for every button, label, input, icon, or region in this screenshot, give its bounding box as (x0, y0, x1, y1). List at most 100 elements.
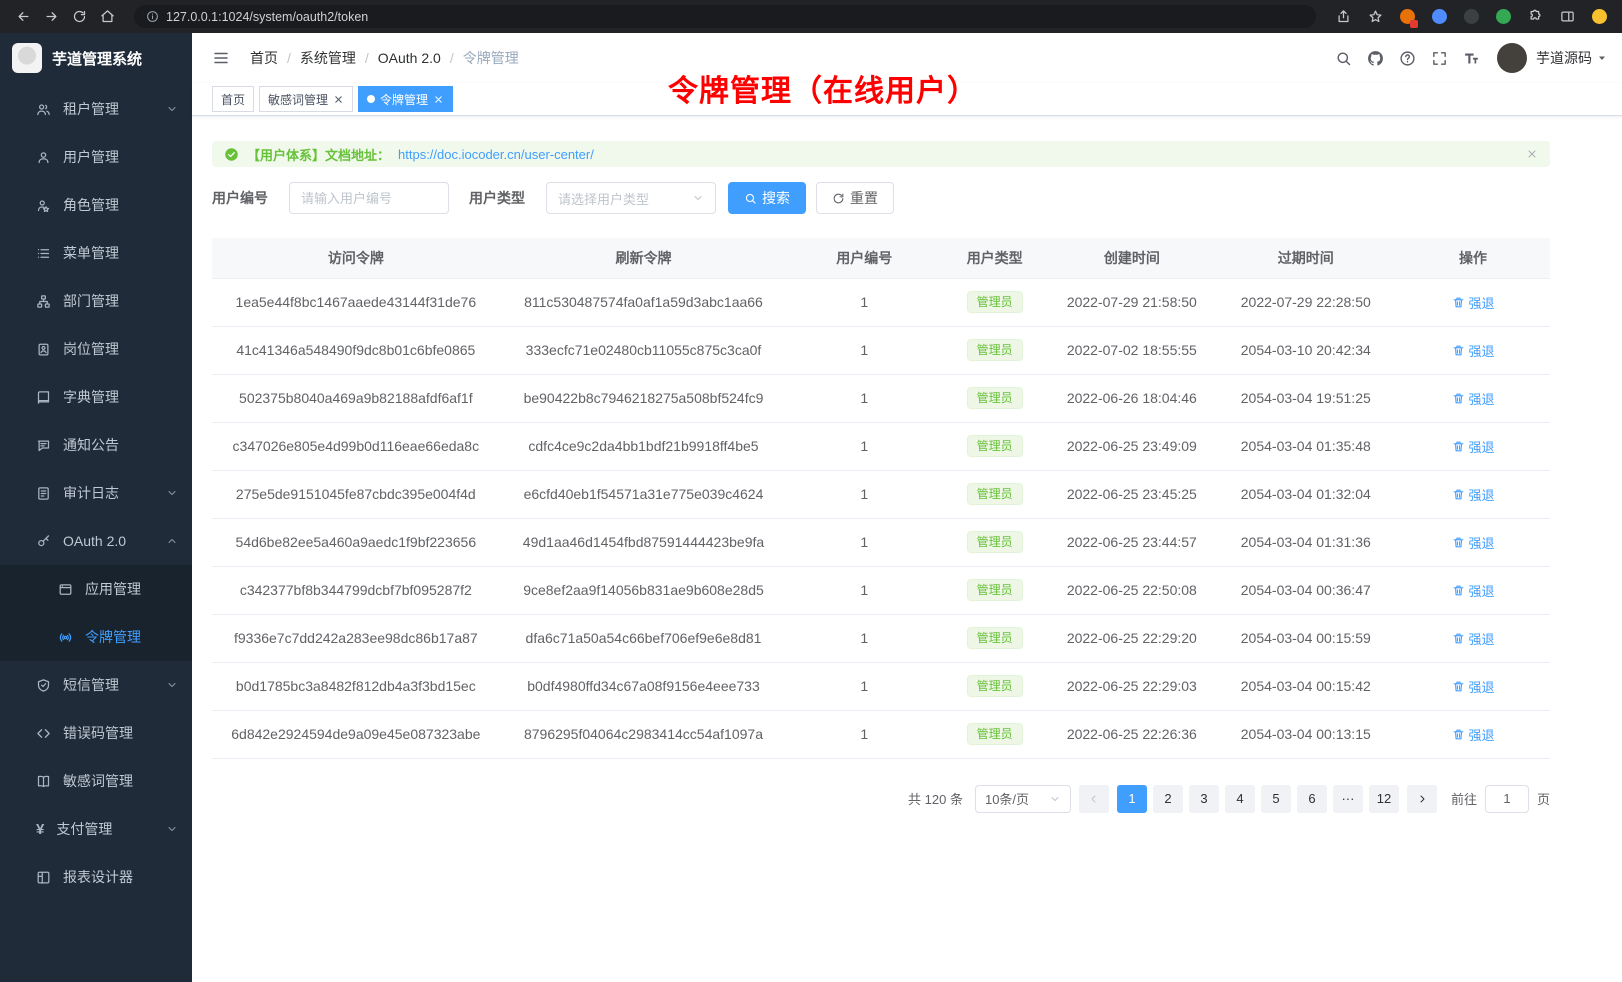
search-icon[interactable] (1329, 44, 1357, 72)
sidebar-item-role[interactable]: 角色管理 (0, 181, 192, 229)
force-logout-button[interactable]: 强退 (1452, 725, 1495, 744)
profile-avatar-icon[interactable] (1586, 5, 1612, 29)
split-view-icon[interactable] (1554, 5, 1580, 29)
user-avatar[interactable] (1497, 43, 1527, 73)
user-id-input[interactable] (289, 182, 449, 214)
github-icon[interactable] (1361, 44, 1389, 72)
force-logout-button[interactable]: 强退 (1452, 533, 1495, 552)
refresh-icon (832, 192, 845, 205)
tab-close-icon[interactable] (433, 94, 444, 105)
prev-page-button[interactable] (1079, 785, 1109, 813)
user-menu-caret-icon[interactable] (1596, 52, 1608, 64)
more-pages-button[interactable]: ··· (1333, 785, 1363, 813)
sidebar-item-tenant[interactable]: 租户管理 (0, 85, 192, 133)
breadcrumb-item[interactable]: 首页 (250, 48, 278, 68)
refresh-token-cell: 8796295f04064c2983414cc54af1097a (500, 710, 788, 758)
share-icon[interactable] (1330, 5, 1356, 29)
page-button-6[interactable]: 6 (1297, 785, 1327, 813)
home-icon[interactable] (94, 5, 120, 29)
force-logout-button[interactable]: 强退 (1452, 629, 1495, 648)
next-page-button[interactable] (1407, 785, 1437, 813)
force-logout-button[interactable]: 强退 (1452, 437, 1495, 456)
page-size-select[interactable]: 10条/页 (975, 785, 1071, 813)
delete-icon (1452, 440, 1465, 453)
page-button-12[interactable]: 12 (1369, 785, 1399, 813)
sidebar-item-notice[interactable]: 通知公告 (0, 421, 192, 469)
access-token-cell: 41c41346a548490f9dc8b01c6bfe0865 (212, 326, 500, 374)
sidebar-item-dept[interactable]: 部门管理 (0, 277, 192, 325)
expires-at-cell: 2054-03-04 01:31:36 (1215, 518, 1396, 566)
page-button-1[interactable]: 1 (1117, 785, 1147, 813)
chevron-down-icon (166, 823, 178, 835)
sidebar-item-dict[interactable]: 字典管理 (0, 373, 192, 421)
reset-button[interactable]: 重置 (816, 182, 894, 214)
force-logout-button[interactable]: 强退 (1452, 485, 1495, 504)
table-row: 275e5de9151045fe87cbdc395e004f4de6cfd40e… (212, 470, 1550, 518)
doc-alert-link[interactable]: https://doc.iocoder.cn/user-center/ (398, 147, 594, 162)
refresh-icon[interactable] (66, 5, 92, 29)
search-button[interactable]: 搜索 (728, 182, 806, 214)
page-button-5[interactable]: 5 (1261, 785, 1291, 813)
alert-close-icon[interactable] (1526, 148, 1538, 160)
user-type-cell: 管理员 (941, 614, 1048, 662)
notice-icon (36, 438, 51, 453)
font-size-icon[interactable] (1457, 44, 1485, 72)
force-logout-button[interactable]: 强退 (1452, 389, 1495, 408)
table-header-row: 访问令牌刷新令牌用户编号用户类型创建时间过期时间操作 (212, 238, 1550, 278)
sidebar-item-post[interactable]: 岗位管理 (0, 325, 192, 373)
access-token-cell: b0d1785bc3a8482f812db4a3f3bd15ec (212, 662, 500, 710)
sidebar-item-menu[interactable]: 菜单管理 (0, 229, 192, 277)
user-type-select[interactable]: 请选择用户类型 (546, 182, 716, 214)
sidebar-item-oauth2-app[interactable]: 应用管理 (0, 565, 192, 613)
page-buttons: 123456···12 (1117, 785, 1399, 813)
force-logout-button[interactable]: 强退 (1452, 293, 1495, 312)
breadcrumb-item[interactable]: 系统管理 (300, 48, 356, 68)
user-id-cell: 1 (787, 662, 941, 710)
sidebar-item-sms[interactable]: 短信管理 (0, 661, 192, 709)
extension-1-icon[interactable] (1394, 5, 1420, 29)
page-button-3[interactable]: 3 (1189, 785, 1219, 813)
sidebar-item-sensitive-word[interactable]: 敏感词管理 (0, 757, 192, 805)
force-logout-button[interactable]: 强退 (1452, 341, 1495, 360)
tab-home[interactable]: 首页 (212, 86, 254, 112)
extension-3-icon[interactable] (1458, 5, 1484, 29)
page-button-4[interactable]: 4 (1225, 785, 1255, 813)
column-header: 用户编号 (787, 238, 941, 278)
goto-page-input[interactable] (1485, 785, 1529, 813)
tab-token[interactable]: 令牌管理 (358, 86, 453, 112)
sidebar-item-label: 应用管理 (85, 579, 178, 599)
sidebar-item-pay[interactable]: ¥支付管理 (0, 805, 192, 853)
table-row: 54d6be82ee5a460a9aedc1f9bf22365649d1aa46… (212, 518, 1550, 566)
force-logout-button[interactable]: 强退 (1452, 677, 1495, 696)
sensitive-icon (36, 774, 51, 789)
back-icon[interactable] (10, 5, 36, 29)
sidebar-item-error-code[interactable]: 错误码管理 (0, 709, 192, 757)
breadcrumb-item[interactable]: OAuth 2.0 (378, 50, 441, 66)
help-icon[interactable] (1393, 44, 1421, 72)
bookmark-star-icon[interactable] (1362, 5, 1388, 29)
extension-4-icon[interactable] (1490, 5, 1516, 29)
sidebar-toggle-button[interactable] (206, 43, 236, 73)
force-logout-button[interactable]: 强退 (1452, 581, 1495, 600)
fullscreen-icon[interactable] (1425, 44, 1453, 72)
created-at-cell: 2022-06-25 22:26:36 (1048, 710, 1215, 758)
sidebar-item-audit-log[interactable]: 审计日志 (0, 469, 192, 517)
forward-icon[interactable] (38, 5, 64, 29)
tab-sensitive-word[interactable]: 敏感词管理 (259, 86, 353, 112)
site-info-icon[interactable] (146, 10, 159, 23)
delete-icon (1452, 296, 1465, 309)
address-bar[interactable]: 127.0.0.1:1024/system/oauth2/token (134, 5, 1316, 28)
expires-at-cell: 2022-07-29 22:28:50 (1215, 278, 1396, 326)
extensions-puzzle-icon[interactable] (1522, 5, 1548, 29)
sidebar-item-oauth2-token[interactable]: 令牌管理 (0, 613, 192, 661)
sidebar-item-report-designer[interactable]: 报表设计器 (0, 853, 192, 901)
page-button-2[interactable]: 2 (1153, 785, 1183, 813)
app-logo (12, 43, 42, 73)
extension-2-icon[interactable] (1426, 5, 1452, 29)
tab-close-icon[interactable] (333, 94, 344, 105)
app-logo-row[interactable]: 芋道管理系统 (0, 33, 192, 83)
sidebar-item-oauth2[interactable]: OAuth 2.0 (0, 517, 192, 565)
role-icon (36, 198, 51, 213)
action-cell: 强退 (1396, 470, 1550, 518)
sidebar-item-user[interactable]: 用户管理 (0, 133, 192, 181)
